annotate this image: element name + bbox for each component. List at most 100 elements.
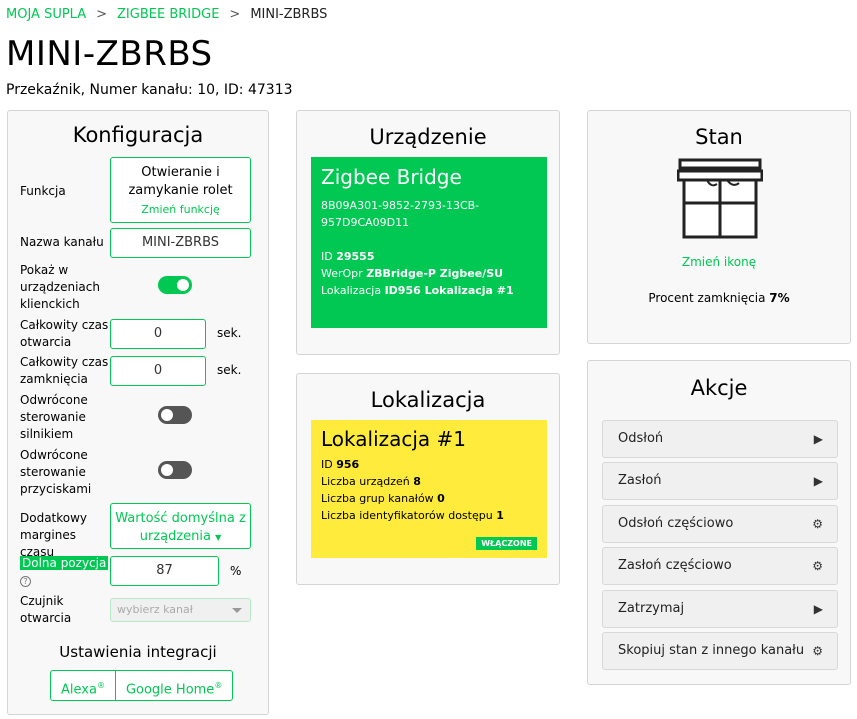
location-card[interactable]: Lokalizacja #1 ID 956 Liczba urządzeń 8 …	[311, 420, 547, 558]
invert-buttons-label: Odwrócone sterowanie przyciskami	[20, 448, 92, 496]
toggle-knob	[161, 409, 173, 421]
integrations-title: Ustawienia integracji	[59, 643, 217, 661]
bottom-position-input[interactable]: 87	[110, 556, 219, 586]
action-copy-state-button[interactable]: Skopiuj stan z innego kanału ⚙	[602, 632, 838, 670]
action-shut-button[interactable]: Zasłoń ▶	[602, 462, 838, 500]
close-time-input[interactable]: 0	[110, 356, 206, 386]
action-label: Zasłoń	[618, 473, 662, 488]
actions-panel: Akcje Odsłoń ▶ Zasłoń ▶ Odsłoń częściowo…	[587, 360, 851, 685]
breadcrumb: MOJA SUPLA > ZIGBEE BRIDGE > MINI-ZBRBS	[6, 7, 327, 22]
device-id-value: 29555	[336, 250, 375, 263]
location-id-label: ID	[321, 458, 333, 471]
time-margin-label: Dodatkowy margines czasu	[20, 511, 88, 559]
actions-title: Akcje	[690, 376, 748, 400]
channel-name-label: Nazwa kanału	[20, 235, 104, 249]
device-location-label: Lokalizacja	[321, 284, 382, 297]
breadcrumb-link-home[interactable]: MOJA SUPLA	[6, 7, 86, 22]
time-margin-dropdown[interactable]: Wartość domyślna z urządzenia ▼	[110, 503, 251, 549]
gear-icon: ⚙	[812, 559, 823, 573]
location-access-ids-value: 1	[496, 509, 504, 522]
location-id-value: 956	[336, 458, 360, 471]
action-reveal-button[interactable]: Odsłoń ▶	[602, 420, 838, 458]
action-label: Zatrzymaj	[618, 601, 685, 616]
device-software: WerOpr ZBBridge-P Zigbee/SU	[321, 265, 537, 282]
function-label: Funkcja	[20, 184, 66, 198]
alexa-button-label: Alexa	[61, 682, 97, 698]
location-title: Lokalizacja	[370, 388, 486, 412]
location-devices: Liczba urządzeń 8	[321, 473, 537, 490]
open-sensor-placeholder: wybierz kanał	[117, 603, 193, 616]
invert-motor-toggle[interactable]	[158, 406, 192, 424]
action-label: Odsłoń	[618, 431, 664, 446]
action-shut-partially-button[interactable]: Zasłoń częściowo ⚙	[602, 547, 838, 585]
change-icon-link[interactable]: Zmień ikonę	[588, 255, 850, 269]
device-location-value: ID956 Lokalizacja #1	[384, 284, 514, 297]
location-devices-value: 8	[413, 475, 421, 488]
location-groups: Liczba grup kanałów 0	[321, 490, 537, 507]
config-title: Konfiguracja	[72, 123, 204, 147]
gear-icon: ⚙	[812, 517, 823, 531]
location-groups-value: 0	[437, 492, 445, 505]
device-panel: Urządzenie Zigbee Bridge 8B09A301-9852-2…	[296, 110, 560, 355]
bottom-position-label: Dolna pozycja	[20, 556, 109, 570]
config-panel: Konfiguracja Funkcja Otwieranie i zamyka…	[7, 110, 269, 715]
close-percent-value: 7%	[769, 291, 790, 305]
show-in-clients-label: Pokaż w urządzeniach klienckich	[20, 263, 100, 311]
channel-name-input[interactable]: MINI-ZBRBS	[110, 228, 251, 258]
close-percent: Procent zamknięcia 7%	[588, 291, 850, 305]
function-box[interactable]: Otwieranie i zamykanie rolet Zmień funkc…	[110, 157, 251, 223]
change-function-link[interactable]: Zmień funkcję	[111, 203, 250, 216]
caret-down-icon: ▼	[215, 533, 222, 542]
breadcrumb-link-device[interactable]: ZIGBEE BRIDGE	[117, 7, 219, 22]
location-access-ids: Liczba identyfikatorów dostępu 1	[321, 507, 537, 524]
invert-buttons-toggle[interactable]	[158, 461, 192, 479]
device-name: Zigbee Bridge	[321, 165, 462, 189]
integrations-button-group: Alexa® Google Home®	[50, 670, 234, 701]
device-software-value: ZBBridge-P Zigbee/SU	[366, 267, 504, 280]
google-home-button-label: Google Home	[125, 682, 215, 698]
caret-down-icon	[232, 608, 242, 613]
google-home-button[interactable]: Google Home®	[115, 670, 234, 701]
gear-icon: ⚙	[812, 644, 823, 658]
device-title: Urządzenie	[369, 125, 487, 149]
location-devices-label: Liczba urządzeń	[321, 475, 410, 488]
breadcrumb-current: MINI-ZBRBS	[250, 7, 328, 22]
function-value: Otwieranie i zamykanie rolet	[128, 165, 233, 198]
alexa-button[interactable]: Alexa®	[50, 670, 116, 701]
invert-motor-label: Odwrócone sterowanie silnikiem	[20, 393, 88, 441]
help-icon[interactable]: ?	[20, 576, 31, 587]
time-margin-value: Wartość domyślna z urządzenia	[115, 511, 246, 544]
open-sensor-select: wybierz kanał	[110, 598, 251, 622]
registered-mark: ®	[96, 681, 105, 690]
action-label: Zasłoń częściowo	[618, 558, 732, 573]
device-location: Lokalizacja ID956 Lokalizacja #1	[321, 282, 537, 299]
open-time-input[interactable]: 0	[110, 319, 206, 349]
breadcrumb-separator: >	[229, 7, 241, 22]
action-stop-button[interactable]: Zatrzymaj ▶	[602, 590, 838, 628]
device-card[interactable]: Zigbee Bridge 8B09A301-9852-2793-13CB-95…	[311, 157, 547, 328]
close-time-unit: sek.	[217, 363, 242, 377]
state-panel: Stan Zmień ikonę Procent zamknięcia 7%	[587, 110, 851, 344]
location-id: ID 956	[321, 456, 537, 473]
show-in-clients-toggle[interactable]	[158, 276, 192, 294]
bottom-position-unit: %	[230, 564, 242, 578]
device-id-label: ID	[321, 250, 333, 263]
play-icon: ▶	[813, 432, 823, 446]
location-panel: Lokalizacja Lokalizacja #1 ID 956 Liczba…	[296, 373, 560, 585]
play-icon: ▶	[813, 602, 823, 616]
close-percent-label: Procent zamknięcia	[648, 291, 766, 305]
registered-mark: ®	[214, 681, 223, 690]
action-label: Odsłoń częściowo	[618, 516, 734, 531]
state-title: Stan	[695, 125, 743, 149]
status-badge: WŁĄCZONE	[476, 537, 537, 550]
action-label: Skopiuj stan z innego kanału	[618, 643, 805, 658]
bottom-position-label-wrap: Dolna pozycja ?	[20, 555, 109, 589]
action-reveal-partially-button[interactable]: Odsłoń częściowo ⚙	[602, 505, 838, 543]
page-title: MINI-ZBRBS	[6, 34, 213, 74]
location-name: Lokalizacja #1	[321, 427, 467, 451]
location-groups-label: Liczba grup kanałów	[321, 492, 434, 505]
open-time-unit: sek.	[217, 326, 242, 340]
open-sensor-label: Czujnik otwarcia	[20, 594, 72, 625]
device-software-label: WerOpr	[321, 267, 363, 280]
breadcrumb-separator: >	[96, 7, 108, 22]
